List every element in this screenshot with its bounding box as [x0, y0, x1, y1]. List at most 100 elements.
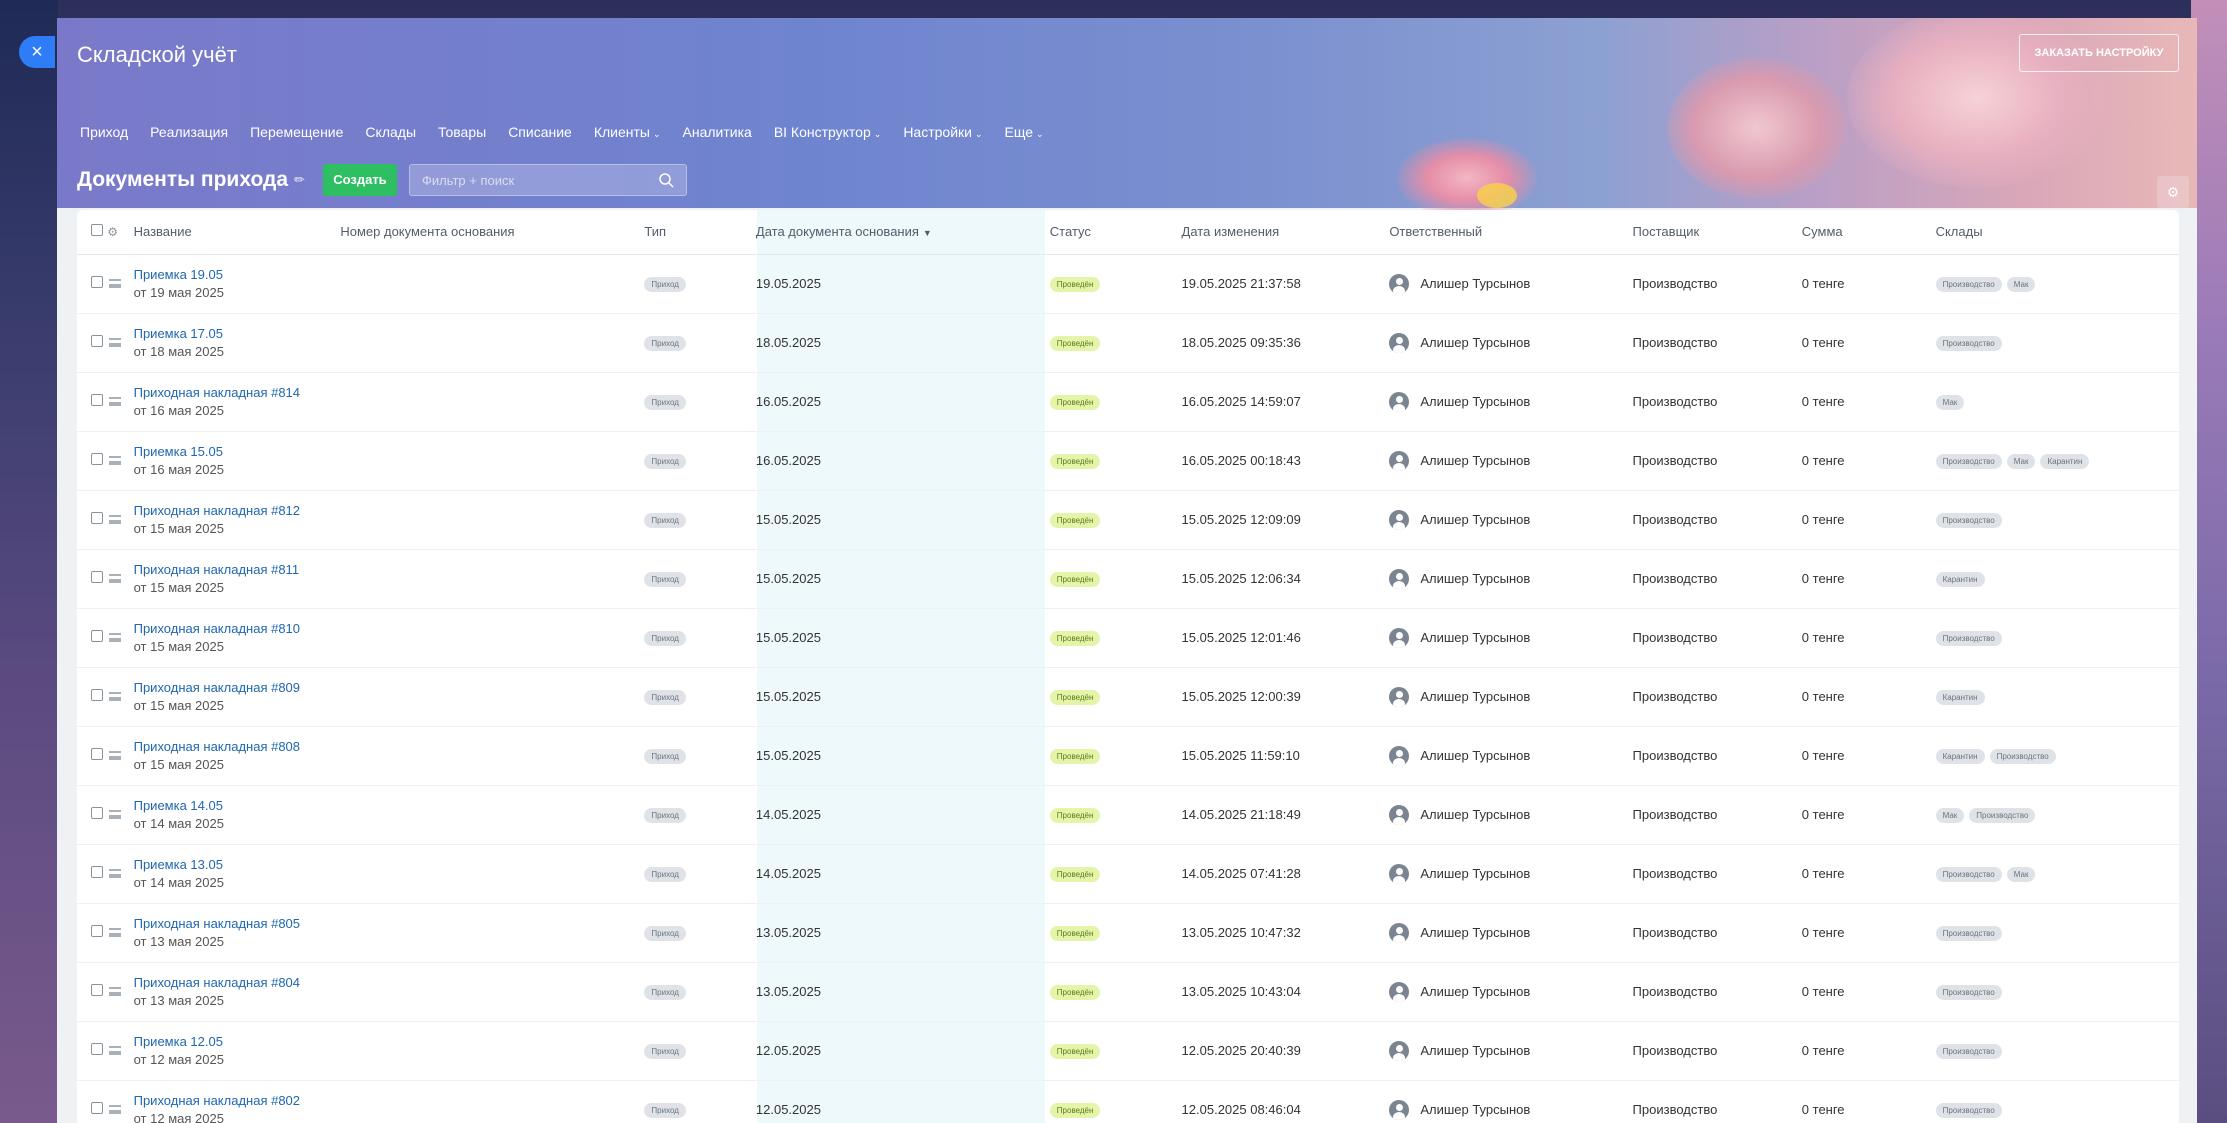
- nav-item[interactable]: Склады: [354, 124, 427, 140]
- drag-handle-icon[interactable]: [109, 869, 122, 878]
- drag-handle-icon[interactable]: [109, 456, 122, 465]
- col-warehouses[interactable]: Склады: [1925, 210, 2179, 255]
- row-checkbox[interactable]: [91, 925, 103, 937]
- drag-handle-icon[interactable]: [109, 987, 122, 996]
- drag-handle-icon[interactable]: [109, 810, 122, 819]
- close-slider-button[interactable]: ×: [19, 36, 55, 68]
- column-settings-icon[interactable]: ⚙: [107, 225, 118, 239]
- responsible-user[interactable]: Алишер Турсынов: [1389, 1099, 1612, 1120]
- table-row[interactable]: Приходная накладная #811 от 15 мая 2025 Пр…: [77, 549, 2179, 609]
- row-checkbox[interactable]: [91, 689, 103, 701]
- col-base-number[interactable]: Номер документа основания: [330, 210, 635, 255]
- document-link[interactable]: Приходная накладная #804: [134, 975, 321, 990]
- drag-handle-icon[interactable]: [109, 279, 122, 288]
- document-link[interactable]: Приходная накладная #808: [134, 739, 321, 754]
- row-checkbox[interactable]: [91, 512, 103, 524]
- drag-handle-icon[interactable]: [109, 692, 122, 701]
- drag-handle-icon[interactable]: [109, 1105, 122, 1114]
- select-all-checkbox[interactable]: [91, 224, 103, 237]
- col-base-date[interactable]: Дата документа основания ▼: [745, 210, 1040, 255]
- document-link[interactable]: Приходная накладная #814: [134, 385, 321, 400]
- table-row[interactable]: Приемка 12.05 от 12 мая 2025 Приход 12.05.2…: [77, 1021, 2179, 1081]
- responsible-user[interactable]: Алишер Турсынов: [1389, 391, 1612, 412]
- drag-handle-icon[interactable]: [109, 515, 122, 524]
- document-link[interactable]: Приходная накладная #812: [134, 503, 321, 518]
- responsible-user[interactable]: Алишер Турсынов: [1389, 627, 1612, 648]
- table-row[interactable]: Приходная накладная #809 от 15 мая 2025 Пр…: [77, 667, 2179, 727]
- table-row[interactable]: Приходная накладная #812 от 15 мая 2025 Пр…: [77, 490, 2179, 550]
- document-link[interactable]: Приемка 14.05: [134, 798, 321, 813]
- filter-search[interactable]: [408, 164, 687, 196]
- create-button[interactable]: Создать: [322, 164, 397, 196]
- table-row[interactable]: Приходная накладная #808 от 15 мая 2025 Пр…: [77, 726, 2179, 786]
- nav-item[interactable]: Еще ⌄: [994, 124, 1055, 140]
- row-checkbox[interactable]: [91, 394, 103, 406]
- table-row[interactable]: Приходная накладная #814 от 16 мая 2025 Пр…: [77, 372, 2179, 432]
- order-setup-button[interactable]: ЗАКАЗАТЬ НАСТРОЙКУ: [2019, 34, 2179, 72]
- nav-item[interactable]: Товары: [427, 124, 497, 140]
- row-checkbox[interactable]: [91, 984, 103, 996]
- col-name[interactable]: Название: [123, 210, 331, 255]
- row-checkbox[interactable]: [91, 807, 103, 819]
- responsible-user[interactable]: Алишер Турсынов: [1389, 450, 1612, 471]
- nav-item[interactable]: Реализация: [139, 124, 239, 140]
- document-link[interactable]: Приемка 12.05: [134, 1034, 321, 1049]
- nav-item[interactable]: Аналитика: [672, 124, 763, 140]
- document-link[interactable]: Приемка 15.05: [134, 444, 321, 459]
- responsible-user[interactable]: Алишер Турсынов: [1389, 332, 1612, 353]
- drag-handle-icon[interactable]: [109, 928, 122, 937]
- drag-handle-icon[interactable]: [109, 574, 122, 583]
- drag-handle-icon[interactable]: [109, 1046, 122, 1055]
- responsible-user[interactable]: Алишер Турсынов: [1389, 509, 1612, 530]
- row-checkbox[interactable]: [91, 748, 103, 760]
- nav-item[interactable]: Клиенты ⌄: [583, 124, 672, 140]
- row-checkbox[interactable]: [91, 1043, 103, 1055]
- col-modified[interactable]: Дата изменения: [1171, 210, 1380, 255]
- row-checkbox[interactable]: [91, 630, 103, 642]
- table-row[interactable]: Приемка 19.05 от 19 мая 2025 Приход 19.05.2…: [77, 254, 2179, 314]
- col-supplier[interactable]: Поставщик: [1622, 210, 1792, 255]
- col-responsible[interactable]: Ответственный: [1379, 210, 1623, 255]
- drag-handle-icon[interactable]: [109, 633, 122, 642]
- drag-handle-icon[interactable]: [109, 397, 122, 406]
- document-link[interactable]: Приемка 17.05: [134, 326, 321, 341]
- responsible-user[interactable]: Алишер Турсынов: [1389, 1040, 1612, 1061]
- row-checkbox[interactable]: [91, 453, 103, 465]
- nav-item[interactable]: BI Конструктор ⌄: [763, 124, 893, 140]
- responsible-user[interactable]: Алишер Турсынов: [1389, 686, 1612, 707]
- col-status[interactable]: Статус: [1039, 210, 1172, 255]
- responsible-user[interactable]: Алишер Турсынов: [1389, 273, 1612, 294]
- table-row[interactable]: Приемка 17.05 от 18 мая 2025 Приход 18.05.2…: [77, 313, 2179, 373]
- document-link[interactable]: Приемка 19.05: [134, 267, 321, 282]
- table-row[interactable]: Приемка 14.05 от 14 мая 2025 Приход 14.05.2…: [77, 785, 2179, 845]
- row-checkbox[interactable]: [91, 866, 103, 878]
- responsible-user[interactable]: Алишер Турсынов: [1389, 863, 1612, 884]
- search-input[interactable]: [421, 172, 658, 188]
- document-link[interactable]: Приходная накладная #809: [134, 680, 321, 695]
- nav-item[interactable]: Приход: [69, 124, 139, 140]
- table-row[interactable]: Приемка 15.05 от 16 мая 2025 Приход 16.05.2…: [77, 431, 2179, 491]
- document-link[interactable]: Приходная накладная #802: [134, 1093, 321, 1108]
- nav-item[interactable]: Списание: [497, 124, 583, 140]
- nav-item[interactable]: Перемещение: [239, 124, 354, 140]
- pin-icon[interactable]: ✏: [294, 172, 305, 188]
- table-row[interactable]: Приходная накладная #805 от 13 мая 2025 Пр…: [77, 903, 2179, 963]
- col-sum[interactable]: Сумма: [1791, 210, 1926, 255]
- responsible-user[interactable]: Алишер Турсынов: [1389, 922, 1612, 943]
- responsible-user[interactable]: Алишер Турсынов: [1389, 981, 1612, 1002]
- responsible-user[interactable]: Алишер Турсынов: [1389, 568, 1612, 589]
- row-checkbox[interactable]: [91, 1102, 103, 1114]
- document-link[interactable]: Приемка 13.05: [134, 857, 321, 872]
- col-type[interactable]: Тип: [634, 210, 746, 255]
- row-checkbox[interactable]: [91, 571, 103, 583]
- gear-icon[interactable]: ⚙: [2157, 176, 2189, 208]
- table-row[interactable]: Приходная накладная #804 от 13 мая 2025 Пр…: [77, 962, 2179, 1022]
- nav-item[interactable]: Настройки ⌄: [892, 124, 993, 140]
- responsible-user[interactable]: Алишер Турсынов: [1389, 804, 1612, 825]
- table-row[interactable]: Приемка 13.05 от 14 мая 2025 Приход 14.05.2…: [77, 844, 2179, 904]
- row-checkbox[interactable]: [91, 335, 103, 347]
- drag-handle-icon[interactable]: [109, 338, 122, 347]
- document-link[interactable]: Приходная накладная #805: [134, 916, 321, 931]
- search-icon[interactable]: [658, 172, 674, 188]
- document-link[interactable]: Приходная накладная #811: [134, 562, 321, 577]
